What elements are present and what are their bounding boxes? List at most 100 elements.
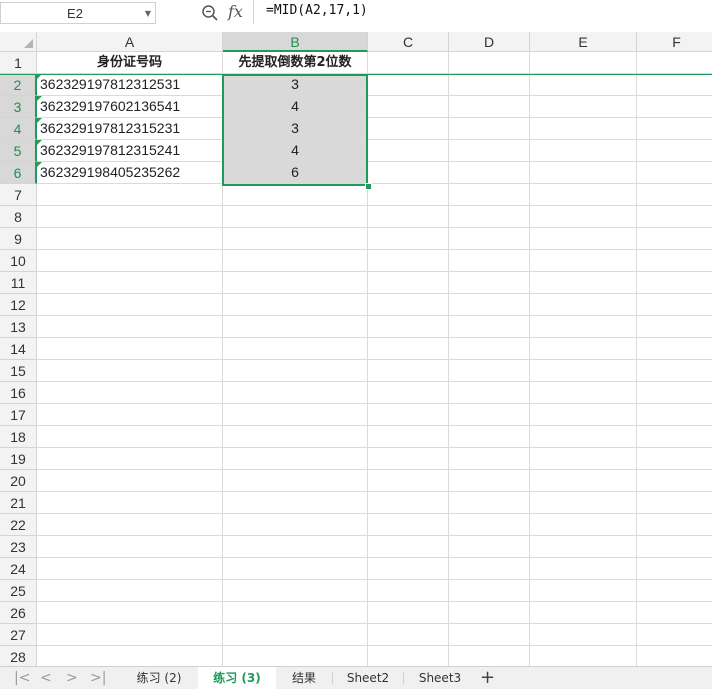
cell-c11[interactable]	[368, 272, 449, 294]
cell-f3[interactable]	[637, 96, 712, 118]
cell-a21[interactable]	[37, 492, 223, 514]
cell-a5[interactable]: 362329197812315241	[37, 140, 223, 162]
spreadsheet-grid[interactable]: A B C D E F 1 身份证号码 先提取倒数第2位数 2 362329197812…	[0, 32, 712, 668]
cell-a3[interactable]: 362329197602136541	[37, 96, 223, 118]
cell-e20[interactable]	[530, 470, 637, 492]
next-sheet-icon[interactable]: >	[66, 669, 78, 687]
row-header-26[interactable]: 26	[0, 602, 37, 624]
cell-c3[interactable]	[368, 96, 449, 118]
cell-d1[interactable]	[449, 52, 530, 74]
cell-d11[interactable]	[449, 272, 530, 294]
last-sheet-icon[interactable]: >|	[90, 669, 106, 687]
cell-e18[interactable]	[530, 426, 637, 448]
cell-b1[interactable]: 先提取倒数第2位数	[223, 52, 368, 74]
cell-e13[interactable]	[530, 316, 637, 338]
cell-c28[interactable]	[368, 646, 449, 668]
cell-a15[interactable]	[37, 360, 223, 382]
cell-f12[interactable]	[637, 294, 712, 316]
row-header-28[interactable]: 28	[0, 646, 37, 668]
cell-d23[interactable]	[449, 536, 530, 558]
row-header-12[interactable]: 12	[0, 294, 37, 316]
cell-f9[interactable]	[637, 228, 712, 250]
row-header-8[interactable]: 8	[0, 206, 37, 228]
column-header-a[interactable]: A	[37, 32, 223, 52]
cell-d7[interactable]	[449, 184, 530, 206]
cell-e7[interactable]	[530, 184, 637, 206]
cell-c16[interactable]	[368, 382, 449, 404]
cell-d6[interactable]	[449, 162, 530, 184]
cell-f6[interactable]	[637, 162, 712, 184]
cell-d17[interactable]	[449, 404, 530, 426]
cell-a10[interactable]	[37, 250, 223, 272]
cell-d20[interactable]	[449, 470, 530, 492]
fx-icon[interactable]: fx	[228, 2, 243, 21]
cell-a17[interactable]	[37, 404, 223, 426]
cell-f28[interactable]	[637, 646, 712, 668]
cell-c25[interactable]	[368, 580, 449, 602]
cell-b27[interactable]	[223, 624, 368, 646]
cell-f26[interactable]	[637, 602, 712, 624]
cell-b11[interactable]	[223, 272, 368, 294]
row-header-13[interactable]: 13	[0, 316, 37, 338]
cell-c12[interactable]	[368, 294, 449, 316]
cell-b14[interactable]	[223, 338, 368, 360]
cell-b7[interactable]	[223, 184, 368, 206]
row-header-7[interactable]: 7	[0, 184, 37, 206]
cell-e5[interactable]	[530, 140, 637, 162]
cell-d12[interactable]	[449, 294, 530, 316]
sheet-tab-result[interactable]: 结果	[276, 667, 332, 689]
cell-e22[interactable]	[530, 514, 637, 536]
sheet-tab-practice-3[interactable]: 练习 (3)	[198, 667, 276, 689]
cell-b4[interactable]: 3	[223, 118, 368, 140]
cell-e16[interactable]	[530, 382, 637, 404]
cell-a26[interactable]	[37, 602, 223, 624]
cell-a16[interactable]	[37, 382, 223, 404]
cell-c21[interactable]	[368, 492, 449, 514]
cell-e28[interactable]	[530, 646, 637, 668]
cell-b21[interactable]	[223, 492, 368, 514]
cell-d5[interactable]	[449, 140, 530, 162]
row-header-25[interactable]: 25	[0, 580, 37, 602]
cell-e21[interactable]	[530, 492, 637, 514]
cell-f2[interactable]	[637, 74, 712, 96]
cell-f1[interactable]	[637, 52, 712, 74]
cell-c23[interactable]	[368, 536, 449, 558]
cell-f13[interactable]	[637, 316, 712, 338]
cell-b12[interactable]	[223, 294, 368, 316]
cell-a28[interactable]	[37, 646, 223, 668]
cell-a27[interactable]	[37, 624, 223, 646]
cell-f22[interactable]	[637, 514, 712, 536]
cell-b15[interactable]	[223, 360, 368, 382]
cell-a20[interactable]	[37, 470, 223, 492]
cell-c4[interactable]	[368, 118, 449, 140]
column-header-e[interactable]: E	[530, 32, 637, 52]
fill-handle[interactable]	[365, 183, 372, 190]
cell-f19[interactable]	[637, 448, 712, 470]
formula-input[interactable]: =MID(A2,17,1)	[253, 0, 712, 24]
cell-c1[interactable]	[368, 52, 449, 74]
cell-c8[interactable]	[368, 206, 449, 228]
cell-f20[interactable]	[637, 470, 712, 492]
cell-d25[interactable]	[449, 580, 530, 602]
cell-f23[interactable]	[637, 536, 712, 558]
cell-f17[interactable]	[637, 404, 712, 426]
cell-f7[interactable]	[637, 184, 712, 206]
cell-b18[interactable]	[223, 426, 368, 448]
cell-b9[interactable]	[223, 228, 368, 250]
cell-c24[interactable]	[368, 558, 449, 580]
row-header-20[interactable]: 20	[0, 470, 37, 492]
row-header-15[interactable]: 15	[0, 360, 37, 382]
row-header-6[interactable]: 6	[0, 162, 37, 184]
cell-e11[interactable]	[530, 272, 637, 294]
cell-f10[interactable]	[637, 250, 712, 272]
first-sheet-icon[interactable]: |<	[14, 669, 30, 687]
cell-f21[interactable]	[637, 492, 712, 514]
cell-d28[interactable]	[449, 646, 530, 668]
cell-e8[interactable]	[530, 206, 637, 228]
cell-d2[interactable]	[449, 74, 530, 96]
cell-b19[interactable]	[223, 448, 368, 470]
cell-c5[interactable]	[368, 140, 449, 162]
row-header-21[interactable]: 21	[0, 492, 37, 514]
cell-b13[interactable]	[223, 316, 368, 338]
cell-b26[interactable]	[223, 602, 368, 624]
